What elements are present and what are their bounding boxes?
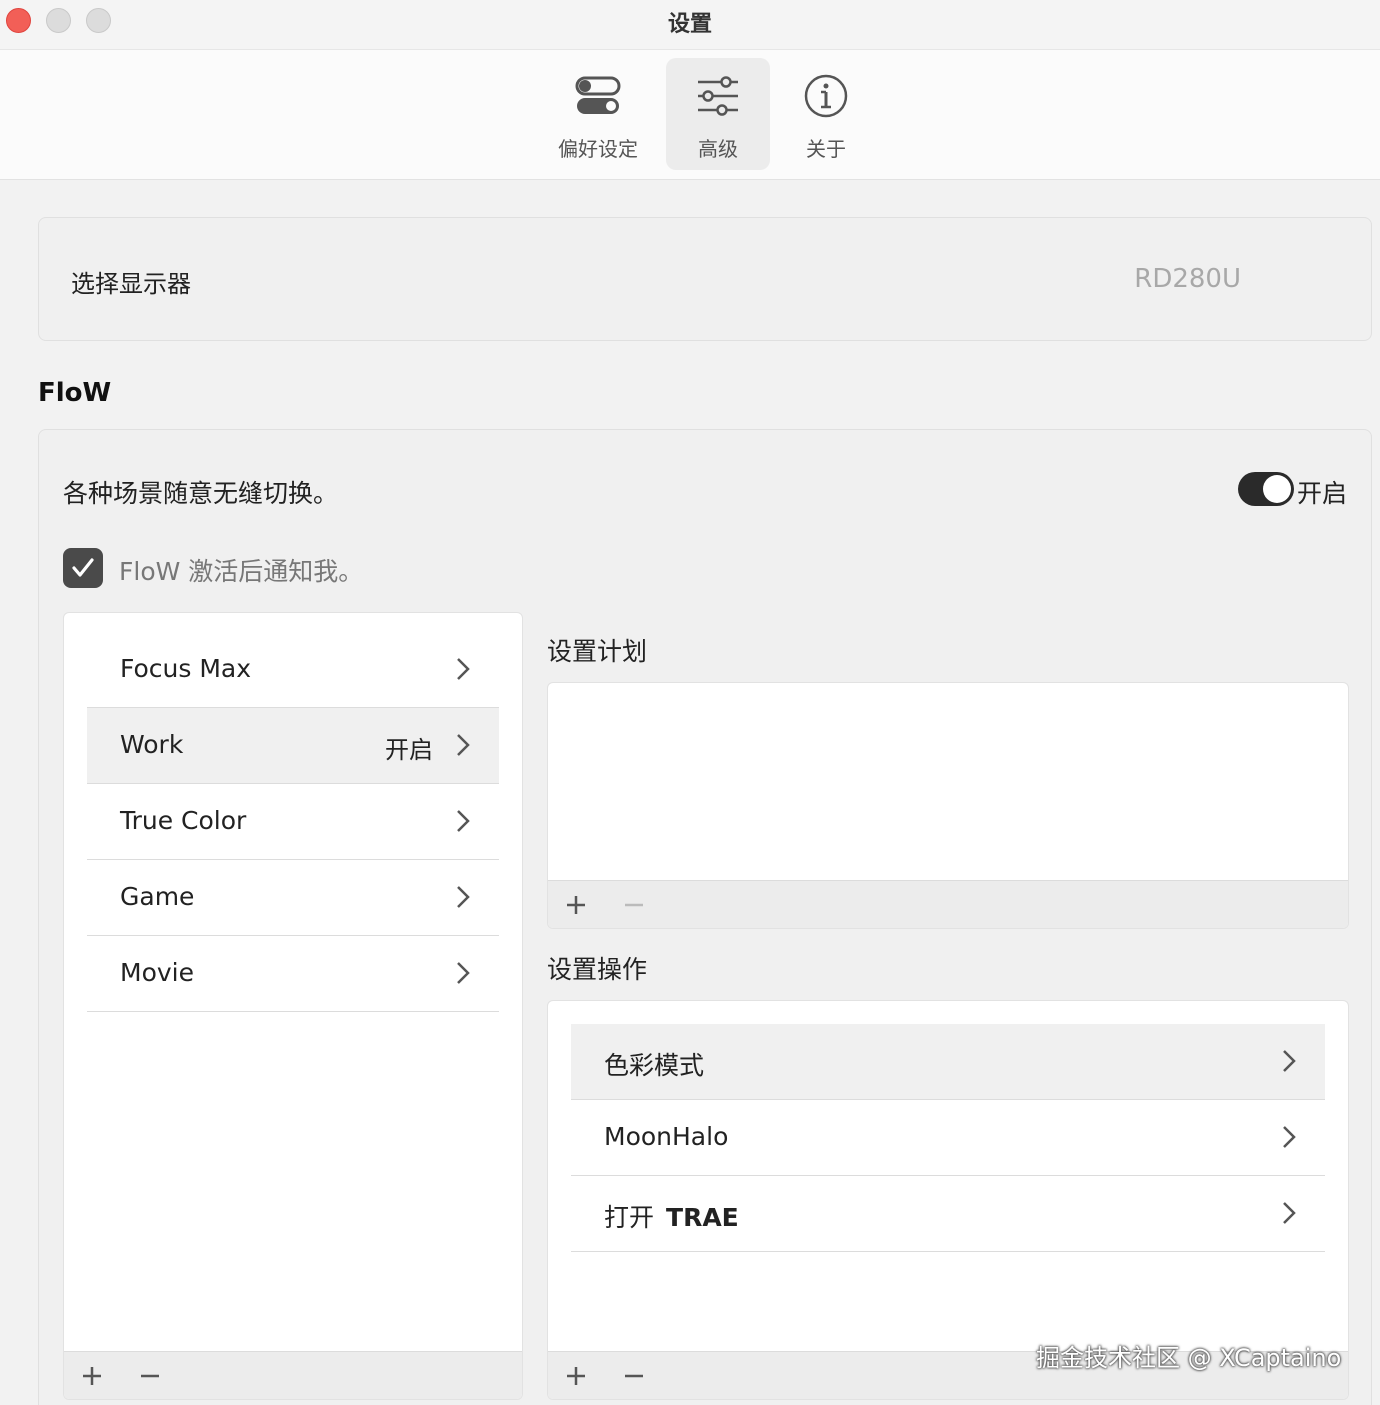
tab-label: 关于 <box>806 137 846 161</box>
chevron-right-icon <box>1283 1202 1296 1224</box>
scene-item-movie[interactable]: Movie <box>87 936 499 1012</box>
scene-name: Movie <box>120 958 194 987</box>
action-item-open-trae[interactable]: 打开 TRAE <box>571 1176 1325 1252</box>
plan-title: 设置计划 <box>547 637 648 666</box>
chevron-right-icon <box>457 810 470 832</box>
chevron-right-icon <box>1283 1050 1296 1072</box>
scene-list-toolbar <box>64 1351 522 1399</box>
action-title: 设置操作 <box>547 955 648 984</box>
action-item-moonhalo[interactable]: MoonHalo <box>571 1100 1325 1176</box>
scene-item-work[interactable]: Work 开启 <box>87 708 499 784</box>
scene-name: Focus Max <box>120 654 252 683</box>
chevron-right-icon <box>457 734 470 756</box>
flow-description: 各种场景随意无缝切换。 <box>63 479 339 508</box>
title-bar: 设置 <box>0 0 1380 50</box>
plan-list <box>547 682 1349 929</box>
section-title-flow: FloW <box>38 378 112 408</box>
scene-item-focus-max[interactable]: Focus Max <box>87 632 499 708</box>
window-title: 设置 <box>667 12 712 37</box>
scene-list: Focus Max Work 开启 True Color Game Movie <box>63 612 523 1400</box>
checkmark-icon <box>72 558 94 577</box>
action-name: MoonHalo <box>604 1122 729 1151</box>
action-item-color-mode[interactable]: 色彩模式 <box>571 1024 1325 1100</box>
plan-list-toolbar <box>548 880 1348 928</box>
flow-card: 各种场景随意无缝切换。 开启 FloW 激活后通知我。 Focus Max Wo… <box>38 429 1372 1405</box>
action-name: 打开 <box>604 1203 655 1232</box>
tab-label: 高级 <box>698 137 738 161</box>
toggle-knob <box>1263 475 1291 503</box>
tab-advanced[interactable]: 高级 <box>666 58 770 170</box>
action-name: 色彩模式 <box>604 1051 705 1080</box>
monitor-selector[interactable]: 选择显示器 RD280U <box>38 217 1372 341</box>
scene-item-game[interactable]: Game <box>87 860 499 936</box>
scene-name: True Color <box>120 806 247 835</box>
remove-plan-button[interactable] <box>622 893 646 917</box>
toolbar: 设置 偏好设定 高级 关于 <box>0 0 1380 180</box>
scene-name: Game <box>120 882 195 911</box>
flow-toggle-label: 开启 <box>1297 479 1348 508</box>
chevron-right-icon <box>457 886 470 908</box>
remove-scene-button[interactable] <box>138 1364 162 1388</box>
toggles-icon <box>575 76 621 114</box>
chevron-right-icon <box>1283 1126 1296 1148</box>
monitor-value[interactable]: RD280U <box>1134 264 1241 294</box>
monitor-label: 选择显示器 <box>71 270 191 298</box>
add-plan-button[interactable] <box>564 893 588 917</box>
scene-name: Work <box>120 730 184 759</box>
notify-checkbox[interactable] <box>63 548 103 588</box>
add-action-button[interactable] <box>564 1364 588 1388</box>
sliders-icon <box>698 76 738 116</box>
add-scene-button[interactable] <box>80 1364 104 1388</box>
chevron-right-icon <box>457 962 470 984</box>
tab-label: 偏好设定 <box>558 137 638 161</box>
watermark: 掘金技术社区 @ XCaptaino <box>1036 1344 1342 1372</box>
notify-label: FloW 激活后通知我。 <box>119 557 364 586</box>
info-icon <box>804 74 848 118</box>
tab-about[interactable]: 关于 <box>774 58 878 170</box>
chevron-right-icon <box>457 658 470 680</box>
flow-toggle[interactable] <box>1238 472 1294 506</box>
action-app: TRAE <box>666 1203 739 1232</box>
scene-status: 开启 <box>385 736 433 764</box>
remove-action-button[interactable] <box>622 1364 646 1388</box>
scene-item-true-color[interactable]: True Color <box>87 784 499 860</box>
tab-preferences[interactable]: 偏好设定 <box>546 58 650 170</box>
